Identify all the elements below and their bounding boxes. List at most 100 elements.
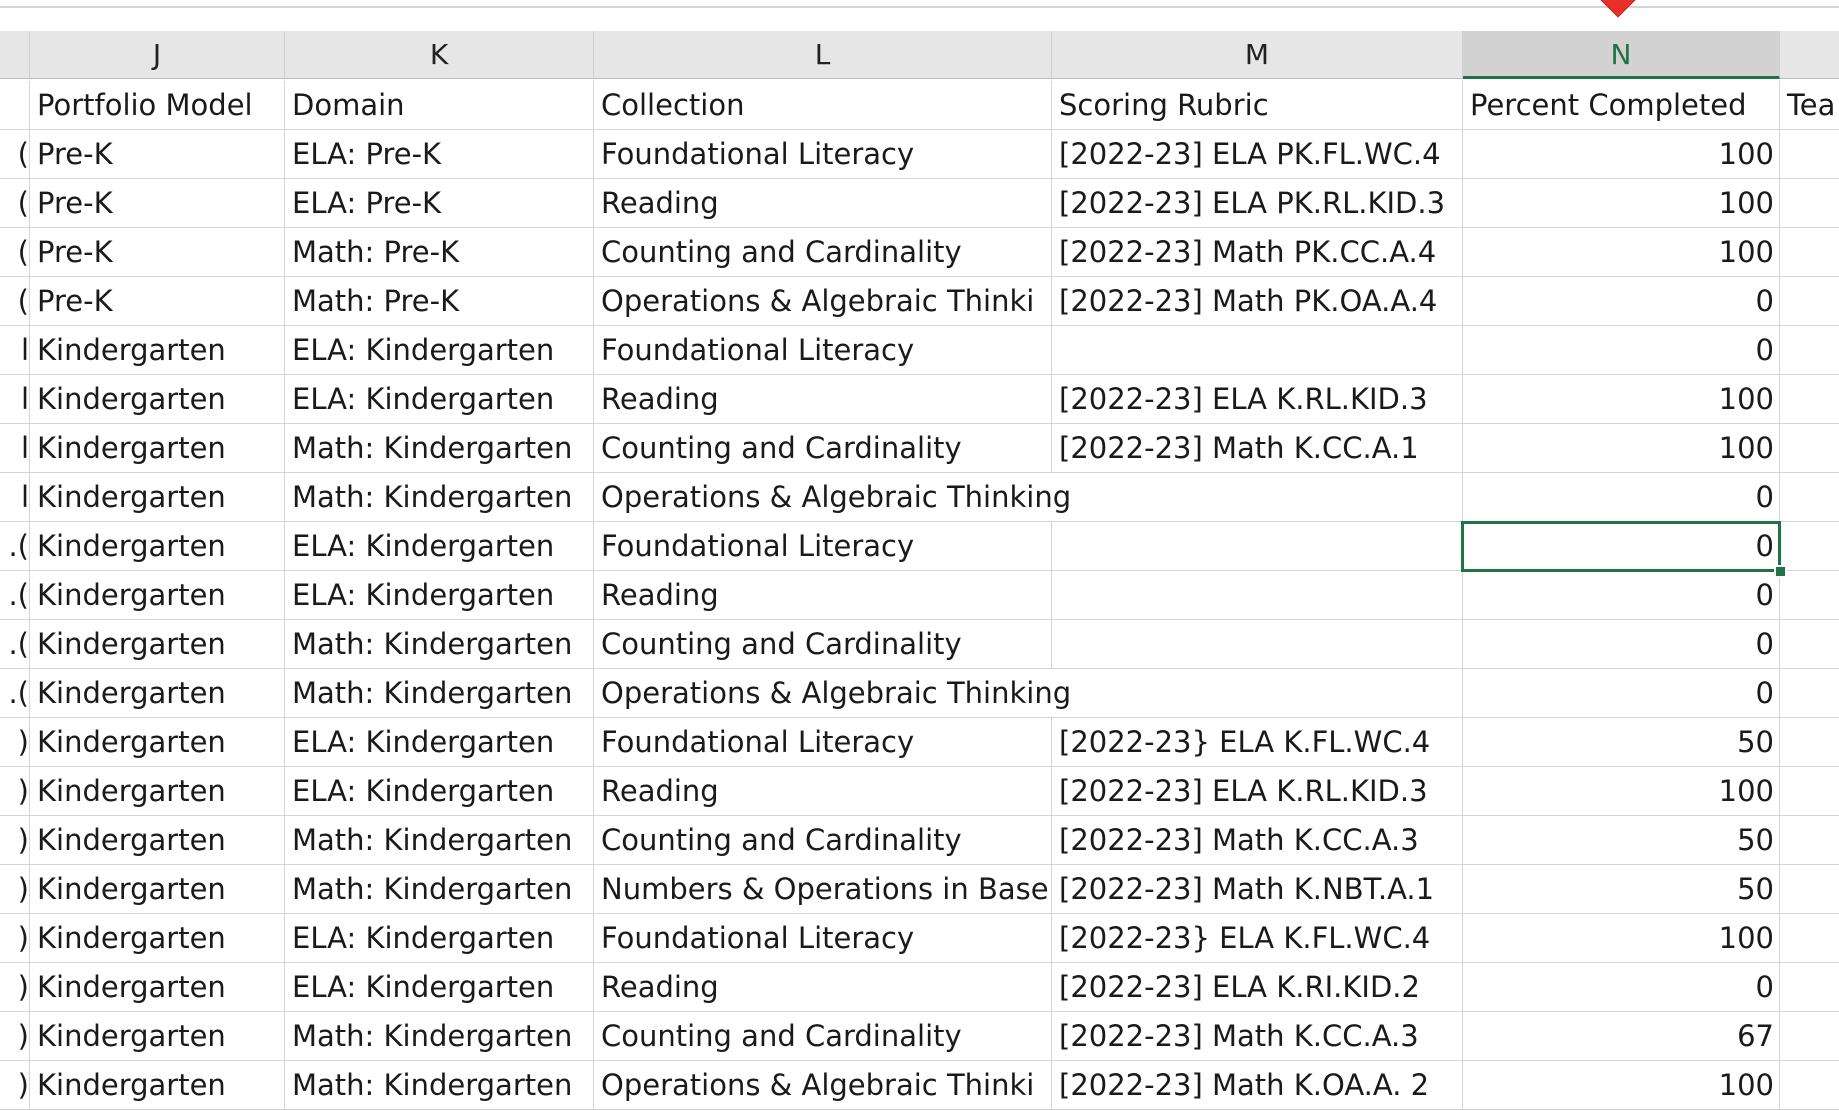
cell-next-column[interactable]	[1780, 1012, 1839, 1061]
cell-domain[interactable]: Math: Kindergarten	[285, 865, 594, 914]
column-title-m[interactable]: Scoring Rubric	[1052, 81, 1463, 130]
cell-percent-completed[interactable]: 100	[1463, 228, 1780, 277]
cell-domain[interactable]: Math: Pre-K	[285, 277, 594, 326]
cell-domain[interactable]: Math: Kindergarten	[285, 669, 594, 718]
cell-scoring-rubric[interactable]: [2022-23] Math K.OA.A. 2	[1052, 1061, 1463, 1110]
column-header-k[interactable]: K	[285, 31, 594, 79]
cell-collection[interactable]: Reading	[594, 375, 1052, 424]
cell-collection[interactable]: Reading	[594, 963, 1052, 1012]
cell-collection[interactable]: Counting and Cardinality	[594, 816, 1052, 865]
cell-collection[interactable]: Operations & Algebraic Thinking	[594, 473, 1071, 522]
cell-scoring-rubric[interactable]: [2022-23] ELA K.RI.KID.2	[1052, 963, 1463, 1012]
cell-next-column[interactable]	[1780, 424, 1839, 473]
cell-percent-completed[interactable]: 0	[1463, 571, 1780, 620]
cell-portfolio-model[interactable]: Kindergarten	[30, 865, 285, 914]
truncated-cell[interactable]: l	[0, 375, 30, 424]
truncated-cell[interactable]: )	[0, 914, 30, 963]
cell-next-column[interactable]	[1780, 816, 1839, 865]
cell-portfolio-model[interactable]: Kindergarten	[30, 620, 285, 669]
column-title-o[interactable]: Tea	[1780, 81, 1839, 130]
cell-next-column[interactable]	[1780, 375, 1839, 424]
cell-percent-completed[interactable]: 50	[1463, 816, 1780, 865]
truncated-cell[interactable]: l	[0, 424, 30, 473]
cell-percent-completed[interactable]: 100	[1463, 375, 1780, 424]
cell-next-column[interactable]	[1780, 326, 1839, 375]
cell-collection[interactable]: Foundational Literacy	[594, 130, 1052, 179]
cell-next-column[interactable]	[1780, 914, 1839, 963]
cell-collection[interactable]: Foundational Literacy	[594, 522, 1052, 571]
cell-scoring-rubric[interactable]: [2022-23] Math K.CC.A.1	[1052, 424, 1463, 473]
column-header-j[interactable]: J	[30, 31, 285, 79]
truncated-cell[interactable]: l	[0, 473, 30, 522]
cell-scoring-rubric[interactable]: [2022-23] Math K.CC.A.3	[1052, 1012, 1463, 1061]
cell-scoring-rubric[interactable]: [2022-23] Math PK.CC.A.4	[1052, 228, 1463, 277]
cell-portfolio-model[interactable]: Kindergarten	[30, 375, 285, 424]
cell-collection[interactable]: Reading	[594, 571, 1052, 620]
column-title-n[interactable]: Percent Completed	[1463, 81, 1780, 130]
fill-handle[interactable]	[1774, 565, 1787, 578]
cell-collection[interactable]: Counting and Cardinality	[594, 424, 1052, 473]
column-header-m[interactable]: M	[1052, 31, 1463, 79]
cell-scoring-rubric[interactable]: [2022-23] Math PK.OA.A.4	[1052, 277, 1463, 326]
cell-next-column[interactable]	[1780, 865, 1839, 914]
truncated-cell[interactable]: .(	[0, 620, 30, 669]
cell-portfolio-model[interactable]: Kindergarten	[30, 963, 285, 1012]
cell-domain[interactable]: ELA: Kindergarten	[285, 571, 594, 620]
cell-domain[interactable]: Math: Pre-K	[285, 228, 594, 277]
truncated-cell[interactable]: l	[0, 326, 30, 375]
cell-next-column[interactable]	[1780, 522, 1839, 571]
cell-next-column[interactable]	[1780, 767, 1839, 816]
cell-collection[interactable]: Counting and Cardinality	[594, 1012, 1052, 1061]
cell-scoring-rubric[interactable]: [2022-23] ELA PK.RL.KID.3	[1052, 179, 1463, 228]
cell-portfolio-model[interactable]: Pre-K	[30, 179, 285, 228]
cell-portfolio-model[interactable]: Kindergarten	[30, 326, 285, 375]
cell-next-column[interactable]	[1780, 571, 1839, 620]
cell-scoring-rubric[interactable]: [2022-23} ELA K.FL.WC.4	[1052, 718, 1463, 767]
truncated-cell[interactable]: (	[0, 277, 30, 326]
cell-domain[interactable]: ELA: Kindergarten	[285, 767, 594, 816]
cell-scoring-rubric[interactable]: [2022-23] ELA PK.FL.WC.4	[1052, 130, 1463, 179]
truncated-cell[interactable]: .(	[0, 571, 30, 620]
cell-portfolio-model[interactable]: Kindergarten	[30, 767, 285, 816]
cell-domain[interactable]: Math: Kindergarten	[285, 1012, 594, 1061]
cell-portfolio-model[interactable]: Kindergarten	[30, 718, 285, 767]
cell-domain[interactable]: ELA: Kindergarten	[285, 718, 594, 767]
cell-next-column[interactable]	[1780, 669, 1839, 718]
cell-domain[interactable]: ELA: Kindergarten	[285, 375, 594, 424]
cell-domain[interactable]: ELA: Pre-K	[285, 130, 594, 179]
column-title-j[interactable]: Portfolio Model	[30, 81, 285, 130]
cell-percent-completed[interactable]: 0	[1463, 620, 1780, 669]
cell-scoring-rubric[interactable]	[1052, 522, 1463, 571]
column-header-n[interactable]: N	[1463, 31, 1780, 79]
cell-collection[interactable]: Operations & Algebraic Thinki	[594, 277, 1052, 326]
cell-percent-completed[interactable]: 0	[1463, 963, 1780, 1012]
column-header-l[interactable]: L	[594, 31, 1052, 79]
cell-portfolio-model[interactable]: Kindergarten	[30, 522, 285, 571]
cell-percent-completed[interactable]: 50	[1463, 718, 1780, 767]
cell-collection[interactable]: Counting and Cardinality	[594, 228, 1052, 277]
cell-next-column[interactable]	[1780, 963, 1839, 1012]
cell-scoring-rubric[interactable]	[1052, 326, 1463, 375]
truncated-cell[interactable]: .(	[0, 669, 30, 718]
cell-domain[interactable]: Math: Kindergarten	[285, 424, 594, 473]
cell-percent-completed[interactable]: 67	[1463, 1012, 1780, 1061]
column-header-o[interactable]	[1780, 31, 1839, 79]
truncated-cell[interactable]: )	[0, 1061, 30, 1110]
cell-scoring-rubric[interactable]	[1052, 669, 1463, 718]
cell-percent-completed[interactable]: 100	[1463, 914, 1780, 963]
cell-collection[interactable]: Foundational Literacy	[594, 914, 1052, 963]
cell-scoring-rubric[interactable]	[1052, 473, 1463, 522]
cell-next-column[interactable]	[1780, 277, 1839, 326]
cell-collection[interactable]: Reading	[594, 767, 1052, 816]
truncated-cell[interactable]: )	[0, 816, 30, 865]
column-title-k[interactable]: Domain	[285, 81, 594, 130]
cell-percent-completed[interactable]: 50	[1463, 865, 1780, 914]
truncated-cell[interactable]: )	[0, 963, 30, 1012]
truncated-cell[interactable]: )	[0, 718, 30, 767]
cell-next-column[interactable]	[1780, 130, 1839, 179]
cell-collection[interactable]: Operations & Algebraic Thinking	[594, 669, 1071, 718]
cell-domain[interactable]: ELA: Kindergarten	[285, 326, 594, 375]
truncated-cell[interactable]: (	[0, 228, 30, 277]
cell-percent-completed[interactable]: 0	[1463, 277, 1780, 326]
cell-portfolio-model[interactable]: Pre-K	[30, 277, 285, 326]
